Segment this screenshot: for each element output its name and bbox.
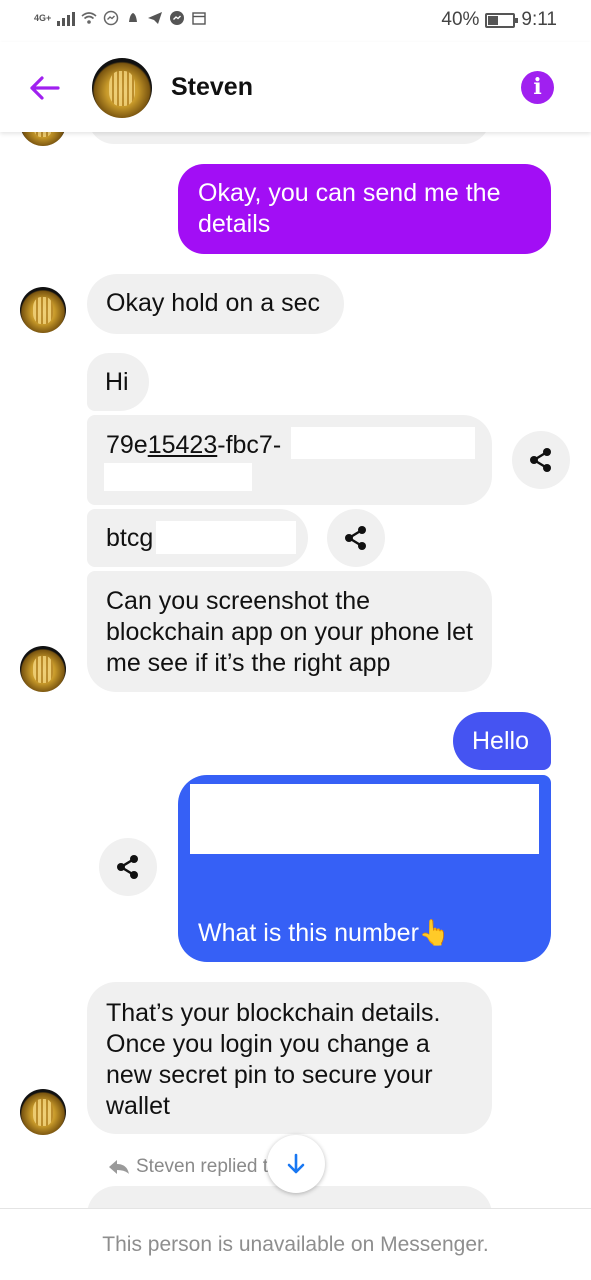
share-button[interactable] [99,838,157,896]
message-text: Hello [472,727,529,755]
redacted-area [291,427,475,459]
message-text: Okay hold on a sec [106,289,321,317]
message-text-suffix: -fbc7- [217,431,282,459]
arrow-left-icon[interactable] [26,70,62,106]
contact-avatar[interactable] [92,58,152,118]
message-text: What is this number👆 [198,919,451,947]
reply-indicator: Steven replied t [108,1156,268,1178]
wifi-icon [81,12,97,24]
message-text-link[interactable]: 15423 [148,431,218,459]
share-icon [530,448,551,472]
contact-avatar-small [20,1089,66,1135]
reply-arrow-icon [109,1160,129,1174]
share-icon [117,855,138,879]
composer-unavailable-bar: This person is unavailable on Messenger. [0,1208,591,1280]
redacted-area [156,521,296,554]
contact-name[interactable]: Steven [171,73,253,102]
unavailable-text: This person is unavailable on Messenger. [102,1233,489,1256]
arrow-down-icon [287,1153,305,1174]
messenger-icon [170,11,185,25]
message-text: Hi [105,368,129,396]
contact-avatar-small [20,646,66,692]
message-bubble-received[interactable]: 79e15423-fbc7- [87,415,492,505]
redacted-area [104,463,252,491]
battery-percent: 40% [441,9,480,30]
status-bar: 4G+ 40% 9:11 [0,0,591,42]
message-text: btcg [106,524,154,552]
message-bubble-received[interactable]: Okay hold on a sec [87,274,344,334]
telegram-icon [148,12,163,24]
status-icons-left: 4G+ [34,10,207,26]
calendar-icon [192,12,206,25]
chat-header: Steven i [0,42,591,132]
notification-bell-icon [129,13,138,22]
reply-indicator-text: Steven replied t [136,1156,269,1177]
network-type: 4G+ [34,13,52,23]
info-icon[interactable]: i [521,71,554,104]
message-bubble-sent[interactable]: Hello [453,712,551,770]
battery-fill [488,15,499,25]
scroll-to-bottom-button[interactable] [267,1135,325,1193]
message-list[interactable]: Okay, you can send me the details Okay h… [0,132,591,1208]
message-bubble-received[interactable]: Hi [87,353,149,411]
message-bubble-partial[interactable] [88,132,490,144]
redacted-image [190,784,539,854]
share-icon [345,526,366,550]
battery-icon [485,12,519,28]
contact-avatar-small [20,287,66,333]
message-bubble-received[interactable]: That’s your blockchain details. Once you… [87,982,492,1134]
share-button[interactable] [512,431,570,489]
message-text-prefix: 79e [106,431,148,459]
message-text: Okay, you can send me the details [198,179,501,238]
message-text: Can you screenshot the blockchain app on… [106,587,473,677]
clock: 9:11 [521,9,557,30]
message-bubble-received[interactable]: btcg [87,509,308,567]
status-icons-right: 40% 9:11 [441,9,557,31]
share-button[interactable] [327,509,385,567]
message-bubble-sent[interactable]: What is this number👆 [178,775,551,962]
contact-avatar-small [20,132,66,146]
messenger-notification-icon [104,10,119,26]
message-bubble-received[interactable]: Can you screenshot the blockchain app on… [87,571,492,692]
message-text: That’s your blockchain details. Once you… [106,999,441,1120]
signal-icon [57,10,76,26]
message-bubble-sent[interactable]: Okay, you can send me the details [178,164,551,254]
